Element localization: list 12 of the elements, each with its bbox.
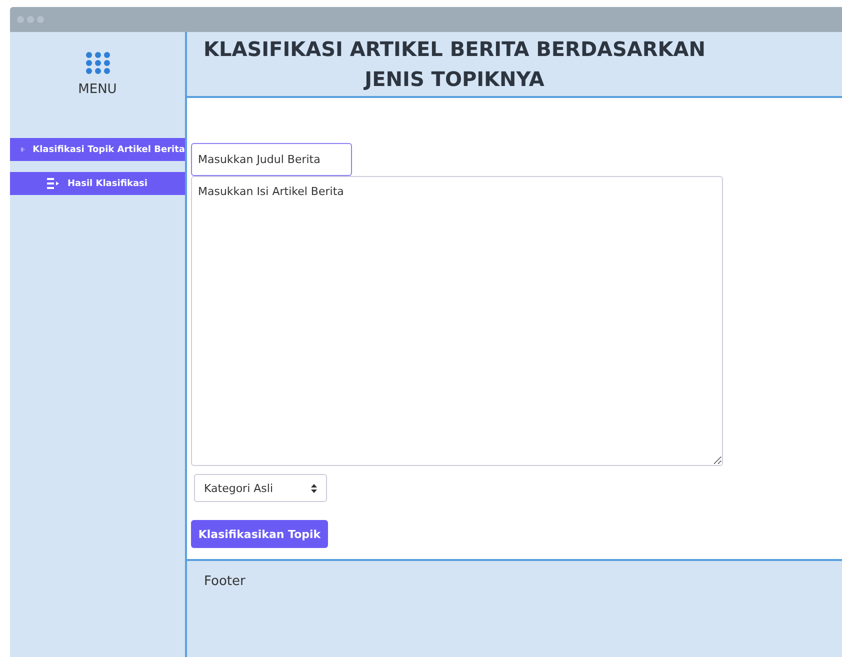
menu-label: MENU	[78, 82, 117, 97]
sidebar-item[interactable]: Klasifikasi Topik Artikel Berita	[10, 138, 185, 161]
sidebar-item[interactable]: Hasil Klasifikasi	[10, 172, 185, 195]
article-text-field[interactable]: Masukkan Isi Artikel Berita	[191, 176, 723, 466]
list-arrow-icon	[47, 178, 60, 189]
classify-button[interactable]: Klasifikasikan Topik	[191, 520, 328, 548]
category-select[interactable]: Kategori Asli	[194, 474, 327, 502]
title-input-field[interactable]: Masukkan Judul Berita	[191, 143, 352, 176]
menu-icon[interactable]	[84, 52, 110, 74]
page-title: KLASIFIKASI ARTIKEL BERITA BERDASARKAN JENIS TOPIKNYA	[202, 36, 707, 93]
footer-text: Footer	[204, 574, 246, 589]
updown-caret-icon	[311, 484, 317, 492]
